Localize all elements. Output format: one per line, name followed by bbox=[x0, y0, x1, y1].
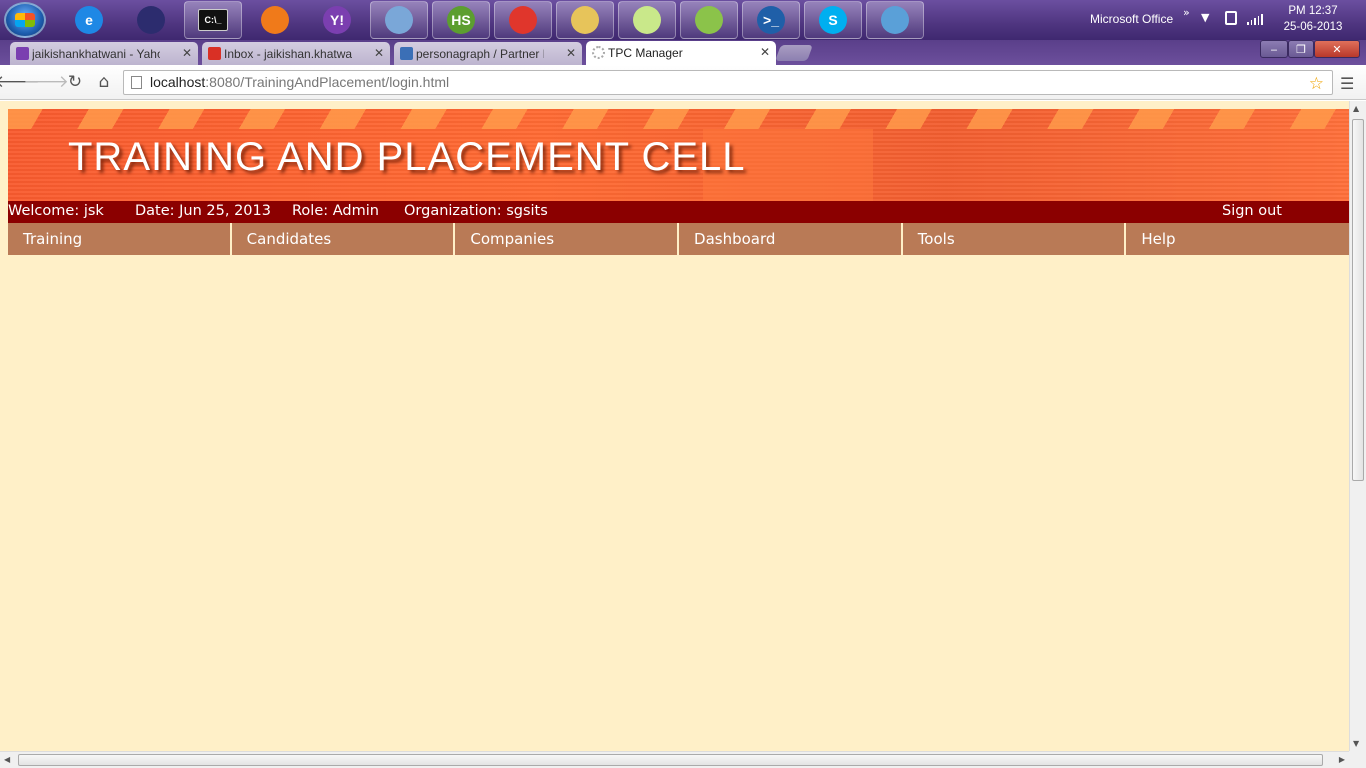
yahoo-messenger-taskbar-button[interactable]: Y! bbox=[308, 1, 366, 39]
powershell-taskbar-button[interactable]: >_ bbox=[742, 1, 800, 39]
tab-favicon-icon bbox=[208, 47, 221, 60]
tab-close-icon[interactable]: ✕ bbox=[760, 45, 770, 59]
virtualbox-icon bbox=[385, 6, 413, 34]
clock[interactable]: PM 12:37 25-06-2013 bbox=[1280, 3, 1346, 35]
powershell-icon: >_ bbox=[757, 6, 785, 34]
sign-out-link[interactable]: Sign out bbox=[1222, 203, 1282, 219]
windows-taskbar: e C:\_ Y! HS >_ S Microsoft Office » ▼ PM 12:… bbox=[0, 0, 1366, 40]
horizontal-scroll-thumb[interactable] bbox=[18, 754, 1323, 766]
forward-icon[interactable]: 🡒 bbox=[23, 72, 69, 92]
tab-title: TPC Manager bbox=[608, 46, 683, 60]
tab-favicon-icon bbox=[592, 46, 605, 59]
tab-favicon-icon bbox=[16, 47, 29, 60]
signal-icon[interactable] bbox=[1247, 13, 1263, 25]
scroll-right-icon[interactable]: ▶ bbox=[1339, 755, 1345, 764]
tab-close-icon[interactable]: ✕ bbox=[566, 46, 576, 60]
scroll-up-icon[interactable]: ▲ bbox=[1353, 104, 1359, 113]
notepadpp-taskbar-button[interactable] bbox=[680, 1, 738, 39]
notepadpp-icon bbox=[695, 6, 723, 34]
paint-icon bbox=[881, 6, 909, 34]
tab-close-icon[interactable]: ✕ bbox=[374, 46, 384, 60]
reload-icon[interactable]: ↻ bbox=[64, 72, 86, 92]
vertical-scroll-thumb[interactable] bbox=[1352, 119, 1364, 481]
cmd-taskbar-button[interactable]: C:\_ bbox=[184, 1, 242, 39]
eclipse-icon bbox=[137, 6, 165, 34]
nav-help[interactable]: Help bbox=[1126, 223, 1350, 255]
home-icon[interactable]: ⌂ bbox=[93, 72, 115, 92]
page-icon bbox=[131, 76, 142, 89]
tab-title: personagraph / Partner Pl bbox=[416, 46, 544, 61]
date-text: Date: Jun 25, 2013 bbox=[135, 203, 271, 219]
browser-tab[interactable]: Inbox - jaikishan.khatwani ✕ bbox=[202, 42, 390, 65]
nav-companies[interactable]: Companies bbox=[455, 223, 678, 255]
close-window-button[interactable]: ✕ bbox=[1314, 40, 1360, 58]
browser-tab[interactable]: personagraph / Partner Pl ✕ bbox=[394, 42, 582, 65]
tab-title: jaikishankhatwani - Yahoo bbox=[32, 46, 160, 61]
tray-expand-icon[interactable]: » bbox=[1183, 6, 1190, 19]
virtualbox-taskbar-button[interactable] bbox=[370, 1, 428, 39]
nav-candidates[interactable]: Candidates bbox=[231, 223, 454, 255]
tray-app-label[interactable]: Microsoft Office bbox=[1090, 12, 1173, 26]
organization-text: Organization: sgsits bbox=[404, 203, 548, 219]
media-player-icon bbox=[261, 6, 289, 34]
chrome-icon bbox=[509, 6, 537, 34]
skype-taskbar-button[interactable]: S bbox=[804, 1, 862, 39]
new-tab-button[interactable] bbox=[775, 45, 813, 61]
start-button[interactable] bbox=[4, 2, 46, 38]
chrome-menu-icon[interactable]: ☰ bbox=[1340, 74, 1354, 93]
nav-training[interactable]: Training bbox=[8, 223, 230, 255]
media-player-taskbar-button[interactable] bbox=[246, 1, 304, 39]
browser-toolbar: 🡐 🡒 ↻ ⌂ localhost:8080/TrainingAndPlacem… bbox=[0, 65, 1366, 100]
minimize-button[interactable]: ‒ bbox=[1260, 40, 1288, 58]
scroll-left-icon[interactable]: ◀ bbox=[4, 755, 10, 764]
tray-dropdown-icon[interactable]: ▼ bbox=[1201, 11, 1209, 24]
scroll-down-icon[interactable]: ▼ bbox=[1353, 739, 1359, 748]
chrome-taskbar-button[interactable] bbox=[494, 1, 552, 39]
page-viewport: TRAINING AND PLACEMENT CELL Welcome: jsk… bbox=[0, 101, 1350, 751]
banner-stripes bbox=[8, 109, 1349, 129]
browser-tab[interactable]: TPC Manager ✕ bbox=[586, 41, 776, 65]
ie-icon: e bbox=[75, 6, 103, 34]
power-icon[interactable] bbox=[1225, 11, 1237, 25]
url-path: :8080/TrainingAndPlacement/login.html bbox=[205, 74, 450, 90]
tab-title: Inbox - jaikishan.khatwani bbox=[224, 46, 352, 61]
paint-taskbar-button[interactable] bbox=[866, 1, 924, 39]
hotspot-shield-taskbar-button[interactable]: HS bbox=[432, 1, 490, 39]
ie-taskbar-button[interactable]: e bbox=[60, 1, 118, 39]
restore-button[interactable]: ❐ bbox=[1288, 40, 1314, 58]
horizontal-scrollbar[interactable]: ◀ ▶ bbox=[0, 751, 1349, 768]
cmd-icon: C:\_ bbox=[198, 9, 228, 31]
welcome-text: Welcome: jsk bbox=[8, 203, 104, 219]
address-bar[interactable]: localhost:8080/TrainingAndPlacement/logi… bbox=[123, 70, 1333, 95]
tab-favicon-icon bbox=[400, 47, 413, 60]
yahoo-messenger-icon: Y! bbox=[323, 6, 351, 34]
vertical-scrollbar[interactable]: ▲ ▼ bbox=[1349, 101, 1366, 751]
windows-logo-icon bbox=[15, 13, 35, 27]
url-host: localhost bbox=[150, 74, 206, 90]
tab-close-icon[interactable]: ✕ bbox=[182, 46, 192, 60]
role-text: Role: Admin bbox=[292, 203, 379, 219]
user-info-bar: Welcome: jsk Date: Jun 25, 2013 Role: Ad… bbox=[8, 201, 1349, 223]
bookmark-star-icon[interactable]: ☆ bbox=[1309, 72, 1324, 95]
hotspot-shield-icon: HS bbox=[447, 6, 475, 34]
browser-tab[interactable]: jaikishankhatwani - Yahoo ✕ bbox=[10, 42, 198, 65]
file-explorer-icon bbox=[571, 6, 599, 34]
banner-title: TRAINING AND PLACEMENT CELL bbox=[68, 135, 746, 179]
sticky-notes-icon bbox=[633, 6, 661, 34]
scrollbar-corner bbox=[1349, 751, 1366, 768]
page-container: TRAINING AND PLACEMENT CELL Welcome: jsk… bbox=[8, 109, 1350, 255]
header-banner: TRAINING AND PLACEMENT CELL bbox=[8, 109, 1349, 201]
skype-icon: S bbox=[819, 6, 847, 34]
clock-time: PM 12:37 bbox=[1288, 5, 1338, 17]
main-nav: Training Candidates Companies Dashboard … bbox=[8, 223, 1350, 255]
sticky-notes-taskbar-button[interactable] bbox=[618, 1, 676, 39]
nav-dashboard[interactable]: Dashboard bbox=[679, 223, 901, 255]
nav-tools[interactable]: Tools bbox=[902, 223, 1125, 255]
eclipse-taskbar-button[interactable] bbox=[122, 1, 180, 39]
clock-date: 25-06-2013 bbox=[1283, 21, 1343, 33]
file-explorer-taskbar-button[interactable] bbox=[556, 1, 614, 39]
